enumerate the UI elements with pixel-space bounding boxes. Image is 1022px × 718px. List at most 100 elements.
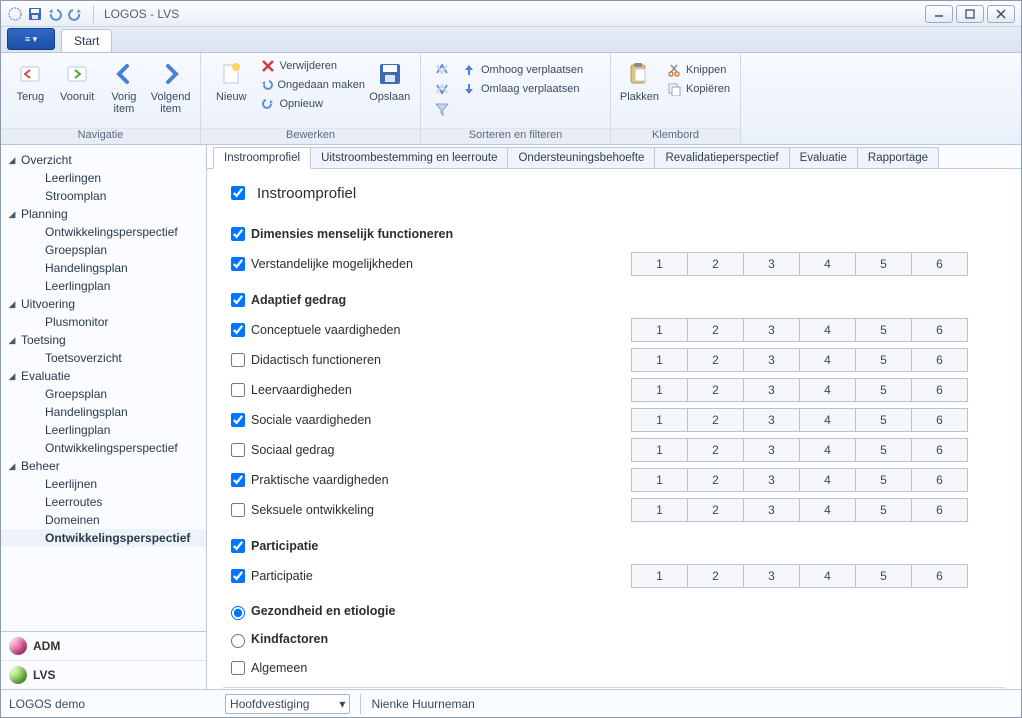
tree-group-beheer[interactable]: ◢Beheer xyxy=(1,457,206,475)
scale-cell[interactable]: 2 xyxy=(687,564,744,588)
module-lvs[interactable]: LVS xyxy=(1,661,206,689)
radio-kindfactoren[interactable] xyxy=(231,634,245,648)
content-tab[interactable]: Evaluatie xyxy=(789,147,858,168)
scale-cell[interactable]: 3 xyxy=(743,378,800,402)
close-button[interactable] xyxy=(987,5,1015,23)
sort-asc-icon[interactable] xyxy=(434,61,450,77)
item-checkbox[interactable] xyxy=(231,413,245,427)
nav-prev-item-button[interactable]: Vorig item xyxy=(101,57,148,117)
tree-item[interactable]: Leerlingplan xyxy=(1,421,206,439)
tree-item[interactable]: Leerlingen xyxy=(1,169,206,187)
tree-group-uitvoering[interactable]: ◢Uitvoering xyxy=(1,295,206,313)
item-checkbox[interactable] xyxy=(231,503,245,517)
tree-item[interactable]: Groepsplan xyxy=(1,241,206,259)
scale-cell[interactable]: 1 xyxy=(631,378,688,402)
scale-cell[interactable]: 6 xyxy=(911,378,968,402)
app-backstage-button[interactable]: ≡ ▾ xyxy=(7,28,55,50)
scale-cell[interactable]: 5 xyxy=(855,408,912,432)
scale-cell[interactable]: 5 xyxy=(855,468,912,492)
scale-cell[interactable]: 5 xyxy=(855,564,912,588)
scale-cell[interactable]: 5 xyxy=(855,348,912,372)
delete-button[interactable]: Verwijderen xyxy=(256,57,366,75)
sort-desc-icon[interactable] xyxy=(434,81,450,97)
save-icon[interactable] xyxy=(27,6,43,22)
scale-cell[interactable]: 3 xyxy=(743,564,800,588)
scale-cell[interactable]: 1 xyxy=(631,408,688,432)
tree-item[interactable]: Leerroutes xyxy=(1,493,206,511)
location-combo[interactable]: Hoofdvestiging ▾ xyxy=(225,694,350,714)
tree-item[interactable]: Plusmonitor xyxy=(1,313,206,331)
scale-cell[interactable]: 3 xyxy=(743,498,800,522)
tree-item[interactable]: Leerlingplan xyxy=(1,277,206,295)
item-checkbox[interactable] xyxy=(231,353,245,367)
cut-button[interactable]: Knippen xyxy=(662,61,734,79)
section-participatie-checkbox[interactable] xyxy=(231,539,245,553)
nav-next-item-button[interactable]: Volgend item xyxy=(147,57,194,117)
module-adm[interactable]: ADM xyxy=(1,632,206,661)
undo-icon[interactable] xyxy=(47,6,63,22)
scale-cell[interactable]: 5 xyxy=(855,378,912,402)
item-algemeen-checkbox[interactable] xyxy=(231,661,245,675)
scale-cell[interactable]: 2 xyxy=(687,378,744,402)
scale-cell[interactable]: 4 xyxy=(799,438,856,462)
content-body[interactable]: Instroomprofiel Dimensies menselijk func… xyxy=(207,169,1021,689)
ribbon-tab-start[interactable]: Start xyxy=(61,29,112,52)
undo-button[interactable]: Ongedaan maken xyxy=(256,76,366,94)
new-button[interactable]: Nieuw xyxy=(207,57,256,105)
scale-cell[interactable]: 5 xyxy=(855,252,912,276)
tree-item[interactable]: Ontwikkelingsperspectief xyxy=(1,223,206,241)
scale-cell[interactable]: 1 xyxy=(631,468,688,492)
tree-item[interactable]: Ontwikkelingsperspectief xyxy=(1,439,206,457)
content-tab[interactable]: Uitstroombestemming en leerroute xyxy=(310,147,508,168)
scale-cell[interactable]: 1 xyxy=(631,318,688,342)
scale-cell[interactable]: 1 xyxy=(631,348,688,372)
tree-item[interactable]: Handelingsplan xyxy=(1,259,206,277)
scale-cell[interactable]: 6 xyxy=(911,318,968,342)
scale-cell[interactable]: 1 xyxy=(631,498,688,522)
scale-cell[interactable]: 4 xyxy=(799,498,856,522)
scale-cell[interactable]: 4 xyxy=(799,348,856,372)
item-checkbox[interactable] xyxy=(231,323,245,337)
scale-cell[interactable]: 3 xyxy=(743,348,800,372)
scale-cell[interactable]: 5 xyxy=(855,318,912,342)
scale-cell[interactable]: 3 xyxy=(743,438,800,462)
scale-cell[interactable]: 2 xyxy=(687,438,744,462)
panel-title-checkbox[interactable] xyxy=(231,186,245,200)
scale-cell[interactable]: 1 xyxy=(631,438,688,462)
scale-cell[interactable]: 6 xyxy=(911,564,968,588)
scale-cell[interactable]: 1 xyxy=(631,252,688,276)
content-tab[interactable]: Revalidatieperspectief xyxy=(654,147,789,168)
move-up-button[interactable]: Omhoog verplaatsen xyxy=(457,61,587,79)
tree-item[interactable]: Toetsoverzicht xyxy=(1,349,206,367)
scale-cell[interactable]: 6 xyxy=(911,498,968,522)
scale-cell[interactable]: 4 xyxy=(799,468,856,492)
scale-cell[interactable]: 6 xyxy=(911,408,968,432)
tree-item[interactable]: Leerlijnen xyxy=(1,475,206,493)
minimize-button[interactable] xyxy=(925,5,953,23)
scale-cell[interactable]: 1 xyxy=(631,564,688,588)
scale-cell[interactable]: 4 xyxy=(799,378,856,402)
tree-group-toetsing[interactable]: ◢Toetsing xyxy=(1,331,206,349)
scale-cell[interactable]: 6 xyxy=(911,468,968,492)
scale-cell[interactable]: 3 xyxy=(743,468,800,492)
save-button[interactable]: Opslaan xyxy=(366,57,415,105)
scale-cell[interactable]: 2 xyxy=(687,348,744,372)
nav-back-button[interactable]: Terug xyxy=(7,57,54,105)
content-tab[interactable]: Instroomprofiel xyxy=(213,147,311,169)
scale-cell[interactable]: 5 xyxy=(855,438,912,462)
paste-button[interactable]: Plakken xyxy=(617,57,662,105)
redo-icon[interactable] xyxy=(67,6,83,22)
scale-cell[interactable]: 5 xyxy=(855,498,912,522)
app-menu-icon[interactable] xyxy=(7,6,23,22)
radio-gezondheid[interactable] xyxy=(231,606,245,620)
scale-cell[interactable]: 4 xyxy=(799,408,856,432)
section-dimensies-checkbox[interactable] xyxy=(231,227,245,241)
tree-item[interactable]: Groepsplan xyxy=(1,385,206,403)
maximize-button[interactable] xyxy=(956,5,984,23)
copy-button[interactable]: Kopiëren xyxy=(662,80,734,98)
item-checkbox[interactable] xyxy=(231,443,245,457)
item-checkbox[interactable] xyxy=(231,473,245,487)
scale-cell[interactable]: 3 xyxy=(743,408,800,432)
scale-cell[interactable]: 2 xyxy=(687,468,744,492)
tree-item[interactable]: Ontwikkelingsperspectief xyxy=(1,529,206,547)
